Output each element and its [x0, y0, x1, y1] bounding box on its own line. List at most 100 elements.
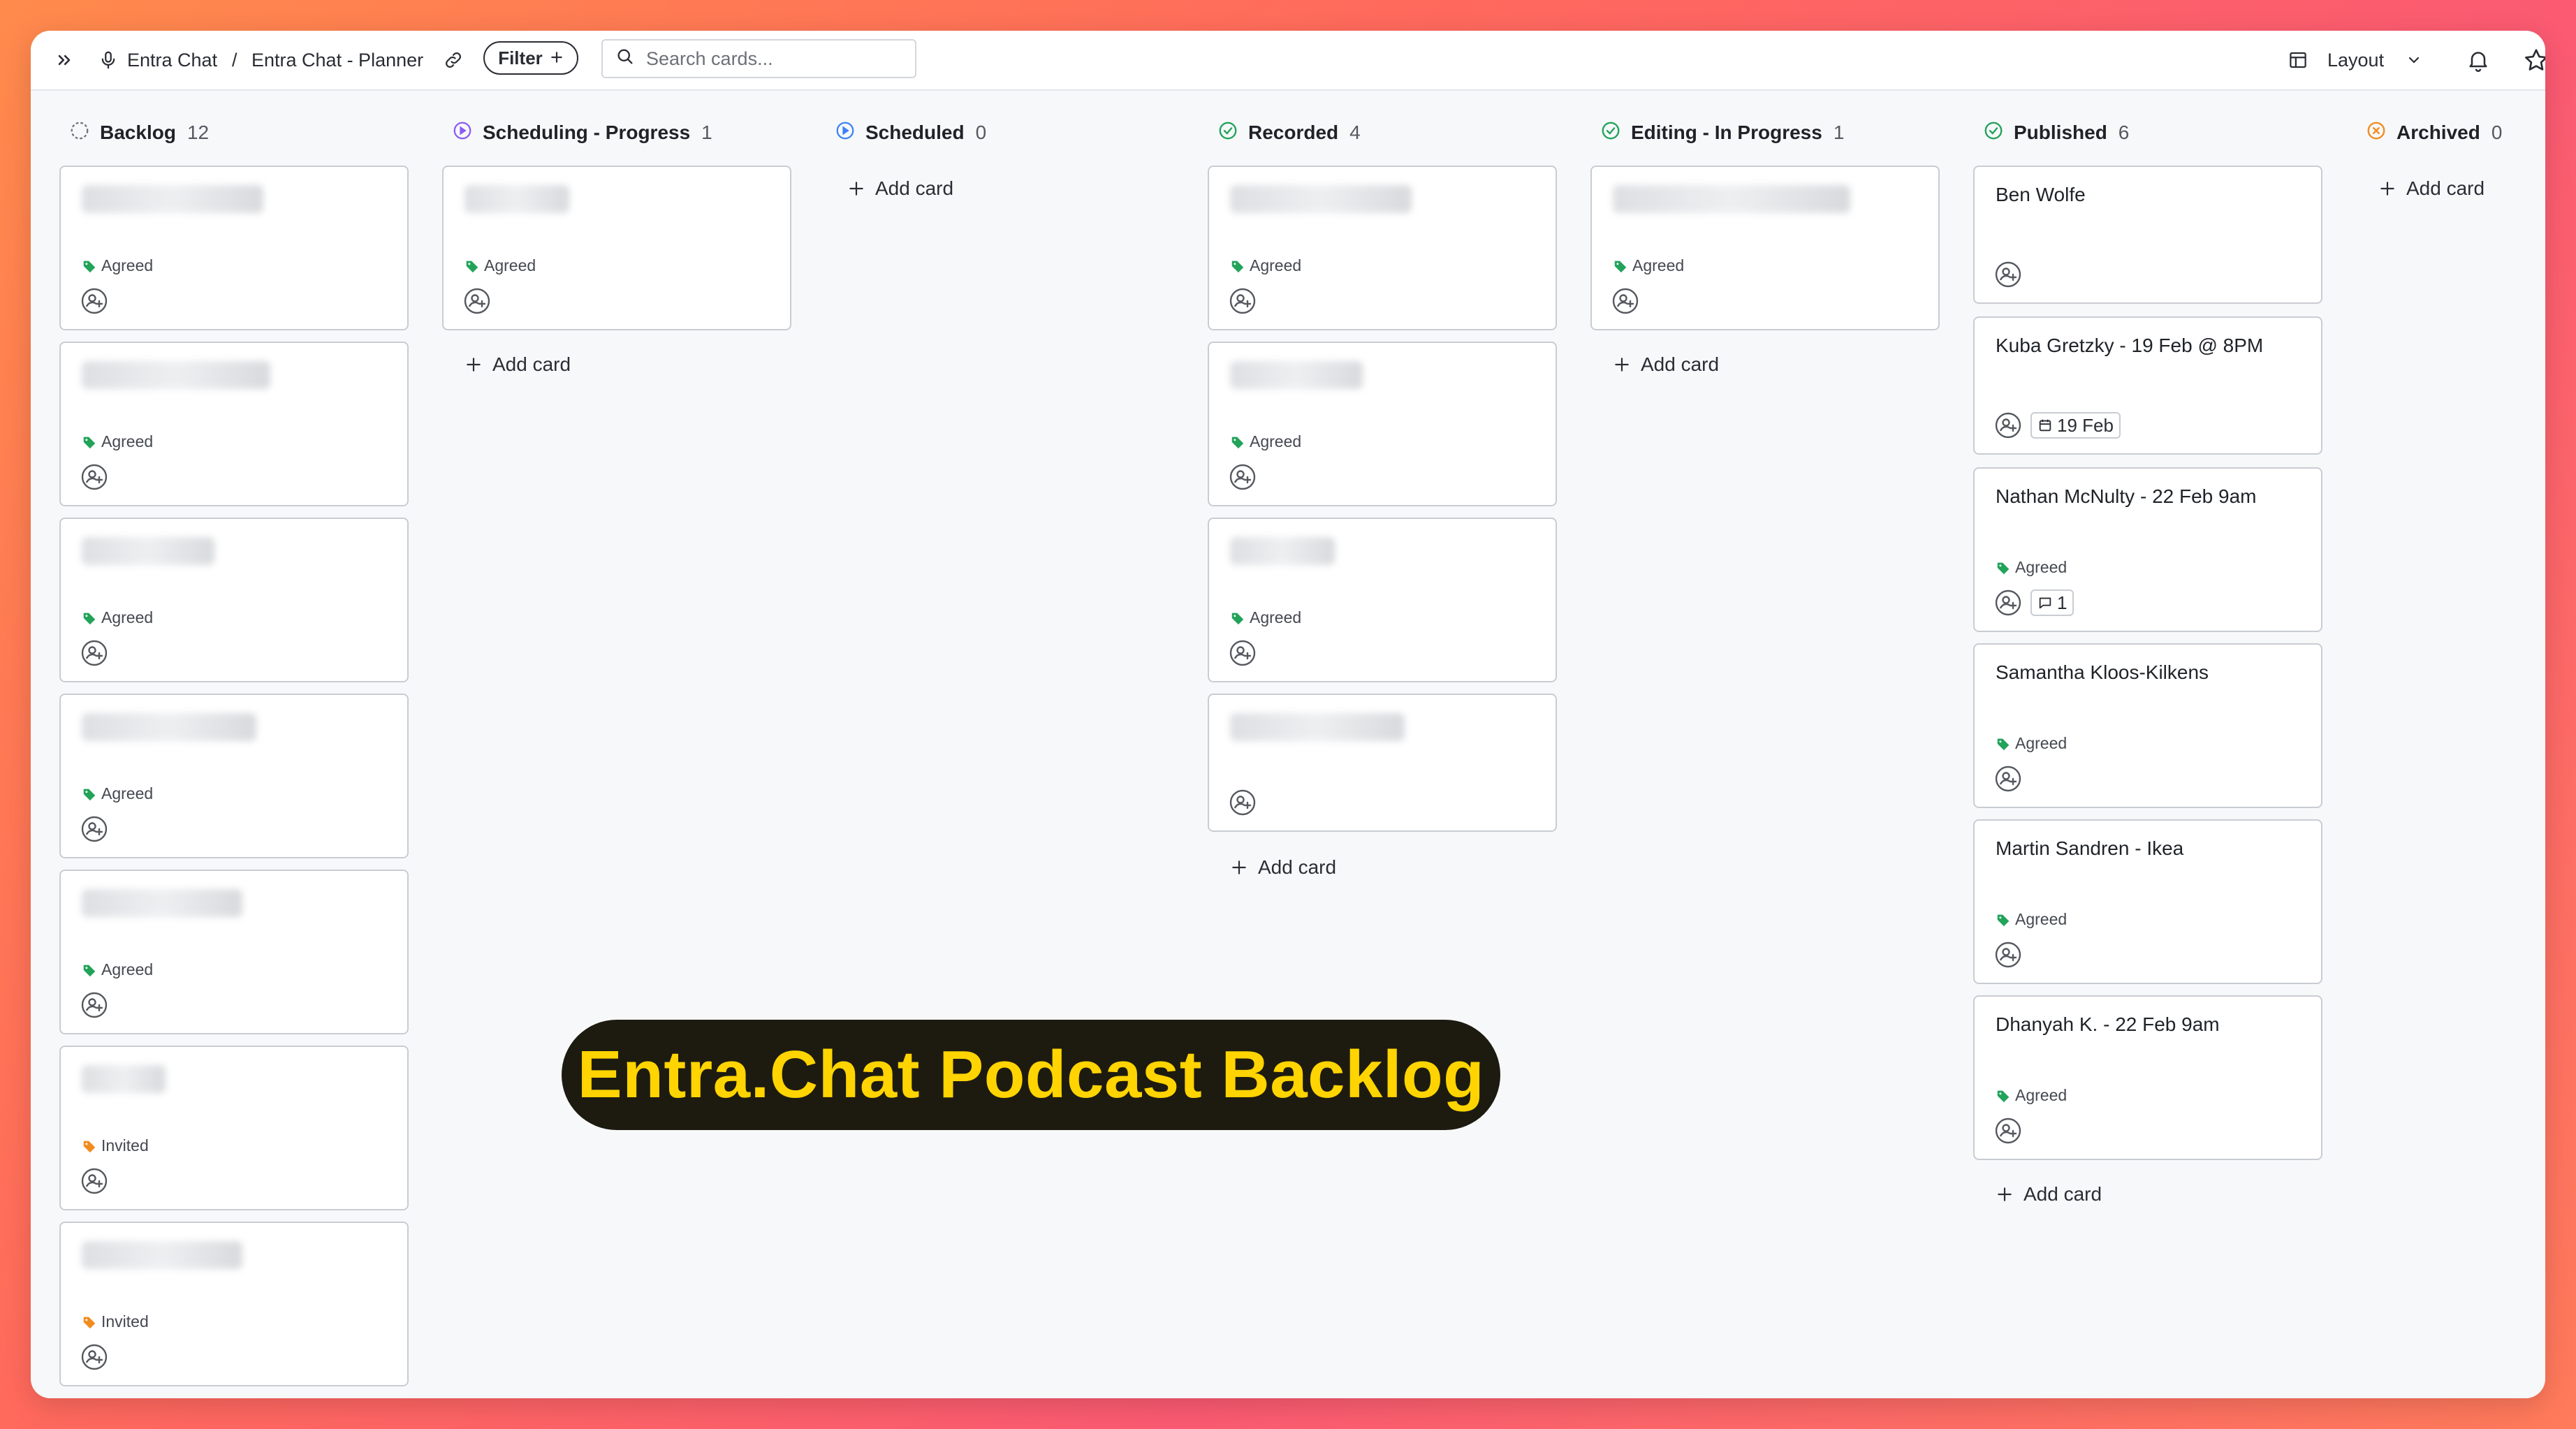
card-title: Nathan McNulty - 22 Feb 9am [1996, 485, 2257, 507]
assign-user-icon[interactable] [1994, 261, 2022, 288]
tag-icon [83, 965, 96, 976]
star-icon[interactable] [2523, 31, 2545, 89]
link-icon[interactable] [443, 31, 464, 89]
card[interactable]: Invited [59, 1046, 409, 1210]
assign-user-icon[interactable] [1229, 463, 1257, 491]
assign-user-icon[interactable] [80, 815, 108, 843]
assign-user-icon[interactable] [80, 1167, 108, 1195]
banner-text: Entra.Chat Podcast Backlog [577, 1037, 1485, 1112]
add-card-button[interactable]: Add card [1996, 1183, 2102, 1206]
card[interactable]: Nathan McNulty - 22 Feb 9am Agreed 1 [1973, 467, 2322, 632]
breadcrumb-page[interactable]: Entra Chat - Planner [251, 31, 423, 89]
card[interactable]: Agreed [442, 166, 791, 330]
assign-user-icon[interactable] [80, 1343, 108, 1371]
card[interactable]: Ben Wolfe [1973, 166, 2322, 304]
comments-chip[interactable]: 1 [2030, 589, 2074, 616]
column-count: 6 [2118, 122, 2130, 143]
check-circle-icon [1983, 120, 2004, 146]
status-tag: Agreed [82, 960, 153, 979]
add-card-button[interactable]: Add card [464, 353, 571, 376]
column-title: Backlog [100, 122, 176, 143]
blurred-title [1230, 361, 1363, 389]
column-count: 4 [1349, 122, 1361, 143]
column-title: Published [2014, 122, 2107, 143]
card[interactable]: Agreed [59, 518, 409, 682]
blurred-title [1613, 185, 1850, 213]
card[interactable]: Agreed [1208, 518, 1557, 682]
add-card-button[interactable]: Add card [1613, 353, 1719, 376]
tag-icon [1997, 1090, 2010, 1102]
due-date-chip[interactable]: 19 Feb [2030, 412, 2121, 439]
blurred-title [464, 185, 569, 213]
tag-icon [83, 789, 96, 800]
comment-icon [2039, 597, 2051, 609]
assign-user-icon[interactable] [1229, 639, 1257, 667]
card[interactable]: Agreed [59, 694, 409, 858]
check-circle-icon [1600, 120, 1621, 146]
plus-icon [1998, 1187, 2012, 1201]
card[interactable]: Martin Sandren - Ikea Agreed [1973, 819, 2322, 984]
tag-icon [1231, 261, 1244, 272]
card[interactable]: Agreed [1208, 342, 1557, 506]
card[interactable]: Samantha Kloos-Kilkens Agreed [1973, 643, 2322, 808]
card[interactable]: Dhanyah K. - 22 Feb 9am Agreed [1973, 995, 2322, 1160]
card[interactable]: Agreed [59, 166, 409, 330]
search-input[interactable] [645, 47, 899, 71]
card-title: Dhanyah K. - 22 Feb 9am [1996, 1013, 2220, 1035]
assign-user-icon[interactable] [1611, 287, 1639, 315]
tag-icon [83, 1141, 96, 1152]
card[interactable]: Agreed [59, 342, 409, 506]
assign-user-icon[interactable] [80, 287, 108, 315]
status-tag: Invited [82, 1136, 149, 1155]
column-header: Editing - In Progress 1 [1600, 119, 1844, 147]
chevron-down-icon[interactable] [2406, 31, 2422, 89]
assign-user-icon[interactable] [1229, 287, 1257, 315]
assign-user-icon[interactable] [80, 463, 108, 491]
blurred-title [82, 713, 256, 741]
breadcrumb-workspace[interactable]: Entra Chat [127, 31, 217, 89]
assign-user-icon[interactable] [1994, 411, 2022, 439]
card[interactable]: Agreed [1208, 166, 1557, 330]
assign-user-icon[interactable] [80, 991, 108, 1019]
status-tag: Agreed [464, 256, 536, 275]
tag-icon [1997, 562, 2010, 574]
blurred-title [82, 1241, 242, 1269]
assign-user-icon[interactable] [1994, 941, 2022, 969]
column-header: Scheduled 0 [835, 119, 986, 147]
assign-user-icon[interactable] [1994, 765, 2022, 793]
play-circle-icon [452, 120, 473, 146]
status-tag: Agreed [82, 432, 153, 451]
card[interactable]: Agreed [59, 870, 409, 1034]
microphone-icon [98, 31, 119, 89]
dashed-circle-icon [69, 120, 90, 146]
column-header: Published 6 [1983, 119, 2129, 147]
blurred-title [1230, 537, 1335, 565]
column-header: Scheduling - Progress 1 [452, 119, 712, 147]
expand-sidebar-icon[interactable] [54, 31, 74, 89]
card[interactable]: Kuba Gretzky - 19 Feb @ 8PM 19 Feb [1973, 316, 2322, 455]
add-card-button[interactable]: Add card [847, 177, 953, 200]
layout-icon[interactable] [2288, 31, 2308, 89]
search-box[interactable] [601, 39, 916, 78]
layout-label[interactable]: Layout [2327, 31, 2384, 89]
assign-user-icon[interactable] [1994, 589, 2022, 617]
card[interactable]: Invited [59, 1222, 409, 1386]
card-title: Martin Sandren - Ikea [1996, 837, 2184, 859]
column-header: Backlog 12 [69, 119, 209, 147]
card[interactable] [1208, 694, 1557, 832]
assign-user-icon[interactable] [1994, 1117, 2022, 1145]
x-circle-icon [2366, 120, 2387, 146]
filter-button[interactable]: Filter [483, 41, 578, 75]
card[interactable]: Agreed [1590, 166, 1940, 330]
status-tag: Agreed [82, 608, 153, 627]
plus-icon [849, 182, 863, 196]
column-title: Editing - In Progress [1631, 122, 1822, 143]
overlay-banner: Entra.Chat Podcast Backlog [562, 1020, 1500, 1130]
assign-user-icon[interactable] [1229, 789, 1257, 816]
bell-icon[interactable] [2466, 31, 2491, 89]
top-bar: Entra Chat / Entra Chat - Planner Filter… [31, 31, 2545, 91]
assign-user-icon[interactable] [463, 287, 491, 315]
add-card-button[interactable]: Add card [2378, 177, 2484, 200]
add-card-button[interactable]: Add card [1230, 856, 1336, 879]
assign-user-icon[interactable] [80, 639, 108, 667]
